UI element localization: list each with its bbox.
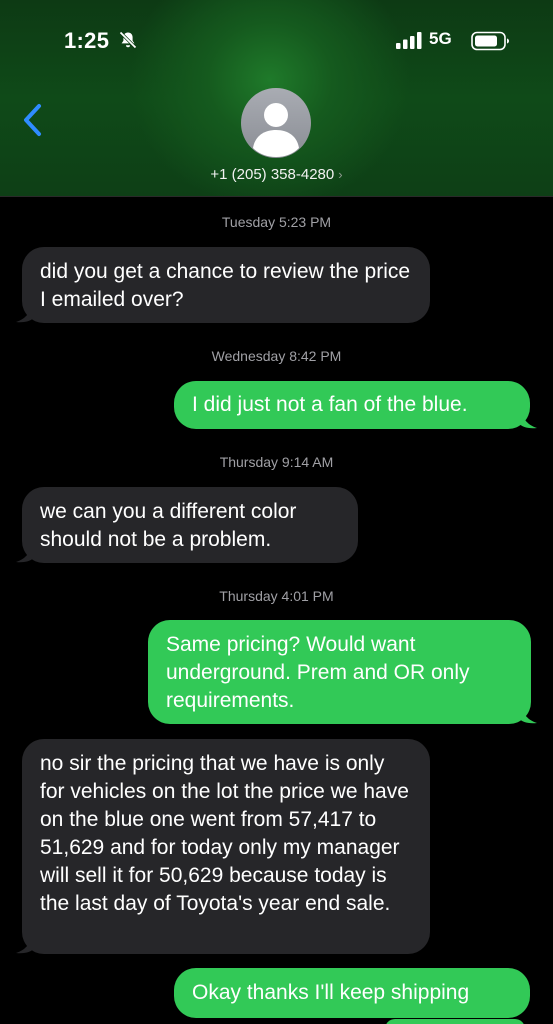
message-bubble-outgoing[interactable]: Okay thanks I'll keep shipping xyxy=(174,968,530,1018)
message-bubble-incoming[interactable]: no sir the pricing that we have is only … xyxy=(22,739,430,954)
message-bubble-outgoing[interactable]: Same pricing? Would want underground. Pr… xyxy=(148,620,531,724)
contact-name-button[interactable]: +1 (205) 358-4280 › xyxy=(0,166,553,183)
message-text: Same pricing? Would want underground. Pr… xyxy=(166,633,470,712)
chevron-right-icon: › xyxy=(338,167,343,182)
timestamp: Thursday 4:01 PM xyxy=(219,588,334,604)
battery-icon xyxy=(471,31,509,51)
messages-screen: 1:25 5G +1 (205) 358-4280 › Tuesday 5:23… xyxy=(0,0,553,1024)
contact-number: +1 (205) 358-4280 xyxy=(210,166,335,183)
message-bubble-outgoing[interactable]: I did just not a fan of the blue. xyxy=(174,381,530,429)
timestamp: Thursday 9:14 AM xyxy=(219,454,334,470)
signal-bars-icon xyxy=(396,32,422,49)
contact-avatar[interactable] xyxy=(241,88,311,158)
message-text: I did just not a fan of the blue. xyxy=(192,393,468,416)
message-bubble-incoming[interactable]: we can you a different color should not … xyxy=(22,487,358,563)
message-text: we can you a different color should not … xyxy=(40,500,297,551)
conversation-header: 1:25 5G +1 (205) 358-4280 › xyxy=(0,0,553,197)
message-text: did you get a chance to review the price… xyxy=(40,260,411,311)
timestamp: Tuesday 5:23 PM xyxy=(221,214,332,230)
person-avatar-icon xyxy=(253,103,299,157)
message-text: no sir the pricing that we have is only … xyxy=(40,752,409,915)
status-time: 1:25 xyxy=(64,28,110,53)
timestamp: Wednesday 8:42 PM xyxy=(211,348,342,364)
message-bubble-incoming[interactable]: did you get a chance to review the price… xyxy=(22,247,430,323)
message-text: Okay thanks I'll keep shipping xyxy=(192,981,470,1004)
bell-slash-icon xyxy=(119,31,137,49)
network-label: 5G xyxy=(429,29,452,48)
message-bubble-outgoing-partial xyxy=(385,1019,525,1024)
back-chevron-icon[interactable] xyxy=(20,100,46,140)
